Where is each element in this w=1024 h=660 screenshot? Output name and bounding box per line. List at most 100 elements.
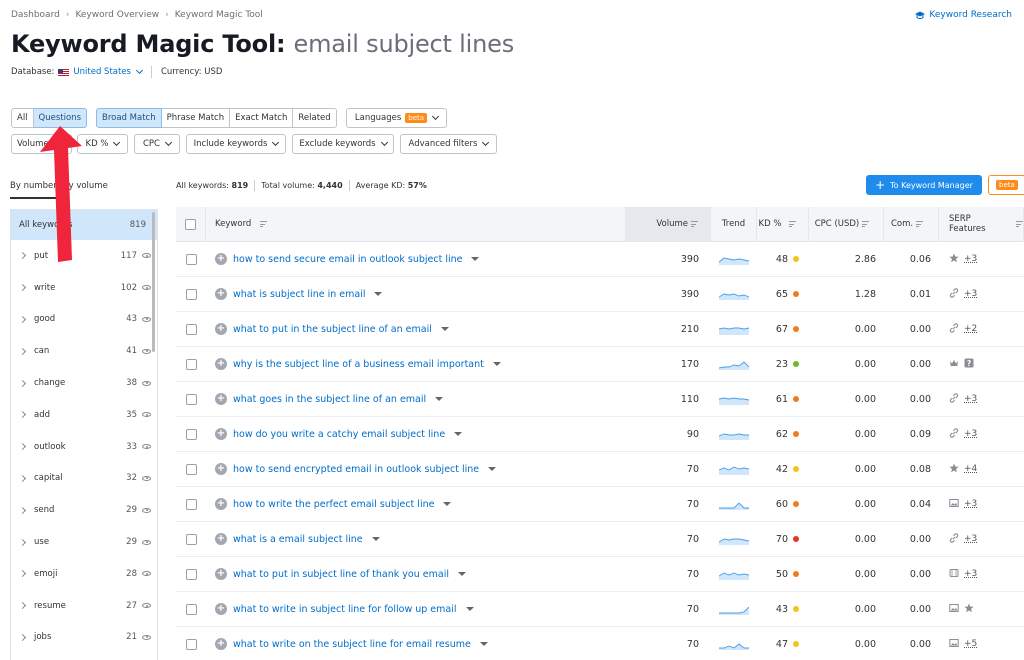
chevron-right-icon[interactable] xyxy=(18,633,27,641)
row-checkbox[interactable] xyxy=(185,463,197,475)
keyword-link[interactable]: what goes in the subject line of an emai… xyxy=(233,394,426,405)
add-to-list-icon[interactable]: + xyxy=(215,323,227,335)
eye-icon[interactable] xyxy=(142,348,151,354)
sidebar-item-add[interactable]: add 35 xyxy=(11,399,157,431)
tab-all[interactable]: All xyxy=(11,108,34,128)
chevron-right-icon[interactable] xyxy=(18,570,27,578)
add-to-list-icon[interactable]: + xyxy=(215,463,227,475)
row-checkbox[interactable] xyxy=(185,638,197,650)
add-to-list-icon[interactable]: + xyxy=(215,568,227,580)
eye-icon[interactable] xyxy=(142,507,151,513)
chevron-down-icon[interactable] xyxy=(135,66,144,75)
select-all-checkbox[interactable] xyxy=(185,218,196,230)
sidebar-item-capital[interactable]: capital 32 xyxy=(11,463,157,495)
chevron-right-icon[interactable] xyxy=(18,506,27,514)
serp-more-link[interactable]: +5 xyxy=(964,639,977,649)
breadcrumb-dashboard[interactable]: Dashboard xyxy=(11,10,60,20)
sidebar-item-outlook[interactable]: outlook 33 xyxy=(11,431,157,463)
caret-down-icon[interactable] xyxy=(443,502,452,506)
eye-icon[interactable] xyxy=(142,316,151,322)
chevron-right-icon[interactable] xyxy=(18,411,27,419)
eye-icon[interactable] xyxy=(142,539,151,545)
keyword-research-link[interactable]: Keyword Research xyxy=(915,10,1012,20)
serp-more-link[interactable]: +2 xyxy=(964,324,977,334)
chevron-right-icon[interactable] xyxy=(18,379,27,387)
languages-dropdown[interactable]: Languages beta xyxy=(346,108,447,128)
row-checkbox[interactable] xyxy=(185,288,197,300)
caret-down-icon[interactable] xyxy=(492,362,501,366)
row-checkbox[interactable] xyxy=(185,603,197,615)
eye-icon[interactable] xyxy=(142,603,151,609)
row-checkbox[interactable] xyxy=(185,358,197,370)
serp-more-link[interactable]: +3 xyxy=(964,254,977,264)
sidebar-item-use[interactable]: use 29 xyxy=(11,526,157,558)
serp-more-link[interactable]: +3 xyxy=(964,534,977,544)
header-cpc[interactable]: CPC (USD) xyxy=(809,206,884,242)
caret-down-icon[interactable] xyxy=(440,327,449,331)
header-keyword[interactable]: Keyword xyxy=(206,206,626,242)
chevron-right-icon[interactable] xyxy=(18,474,27,483)
tab-broad-match[interactable]: Broad Match xyxy=(96,108,162,128)
keyword-link[interactable]: what is a email subject line xyxy=(233,534,363,545)
caret-down-icon[interactable] xyxy=(488,467,497,471)
row-checkbox[interactable] xyxy=(185,323,197,335)
advanced-filters[interactable]: Advanced filters xyxy=(400,134,497,154)
chevron-right-icon[interactable] xyxy=(18,602,27,610)
caret-down-icon[interactable] xyxy=(371,537,380,541)
caret-down-icon[interactable] xyxy=(374,292,383,296)
serp-more-link[interactable]: +4 xyxy=(964,464,977,474)
add-to-list-icon[interactable]: + xyxy=(215,393,227,405)
tab-questions[interactable]: Questions xyxy=(33,108,87,128)
eye-icon[interactable] xyxy=(142,475,151,481)
keyword-link[interactable]: what is subject line in email xyxy=(233,289,365,300)
sidebar-item-write[interactable]: write 102 xyxy=(11,272,157,304)
row-checkbox[interactable] xyxy=(185,533,197,545)
breadcrumb-keyword-overview[interactable]: Keyword Overview xyxy=(75,10,159,20)
caret-down-icon[interactable] xyxy=(435,397,444,401)
row-checkbox[interactable] xyxy=(185,428,197,440)
chevron-right-icon[interactable] xyxy=(18,443,27,451)
keyword-link[interactable]: what to put in the subject line of an em… xyxy=(233,324,432,335)
tab-related[interactable]: Related xyxy=(293,108,337,128)
serp-more-link[interactable]: +3 xyxy=(964,499,977,509)
add-to-list-icon[interactable]: + xyxy=(215,358,227,370)
keyword-link[interactable]: what to put in subject line of thank you… xyxy=(233,569,449,580)
row-checkbox[interactable] xyxy=(185,568,197,580)
eye-icon[interactable] xyxy=(142,253,151,259)
tab-exact-match[interactable]: Exact Match xyxy=(230,108,294,128)
row-checkbox[interactable] xyxy=(185,498,197,510)
eye-icon[interactable] xyxy=(142,380,151,386)
serp-more-link[interactable]: +3 xyxy=(964,289,977,299)
header-kd[interactable]: KD % xyxy=(757,206,809,242)
eye-icon[interactable] xyxy=(142,634,151,640)
keyword-link[interactable]: why is the subject line of a business em… xyxy=(233,359,484,370)
add-to-list-icon[interactable]: + xyxy=(215,498,227,510)
header-com[interactable]: Com. xyxy=(884,206,939,242)
tab-phrase-match[interactable]: Phrase Match xyxy=(161,108,231,128)
header-serp-features[interactable]: SERP Features xyxy=(939,206,1024,242)
beta-button[interactable]: beta xyxy=(988,175,1024,195)
keyword-link[interactable]: how to write the perfect email subject l… xyxy=(233,499,434,510)
serp-more-link[interactable]: +3 xyxy=(964,569,977,579)
eye-icon[interactable] xyxy=(142,444,151,450)
include-keywords-filter[interactable]: Include keywords xyxy=(186,134,286,154)
chevron-right-icon[interactable] xyxy=(18,252,27,260)
sidebar-item-good[interactable]: good 43 xyxy=(11,304,157,336)
add-to-list-icon[interactable]: + xyxy=(215,288,227,300)
eye-icon[interactable] xyxy=(142,571,151,577)
caret-down-icon[interactable] xyxy=(465,607,474,611)
caret-down-icon[interactable] xyxy=(454,432,463,436)
sidebar-item-jobs[interactable]: jobs 21 xyxy=(11,622,157,654)
chevron-right-icon[interactable] xyxy=(18,538,27,546)
header-volume[interactable]: Volume xyxy=(626,206,711,242)
chevron-right-icon[interactable] xyxy=(18,347,27,355)
add-to-list-icon[interactable]: + xyxy=(215,603,227,615)
serp-more-link[interactable]: +3 xyxy=(964,394,977,404)
eye-icon[interactable] xyxy=(142,412,151,418)
serp-more-link[interactable]: +3 xyxy=(964,429,977,439)
keyword-link[interactable]: what to write on the subject line for em… xyxy=(233,639,471,650)
sidebar-item-change[interactable]: change 38 xyxy=(11,367,157,399)
database-selector[interactable]: United States xyxy=(73,67,131,77)
to-keyword-manager-button[interactable]: + To Keyword Manager xyxy=(866,175,982,195)
add-to-list-icon[interactable]: + xyxy=(215,253,227,265)
